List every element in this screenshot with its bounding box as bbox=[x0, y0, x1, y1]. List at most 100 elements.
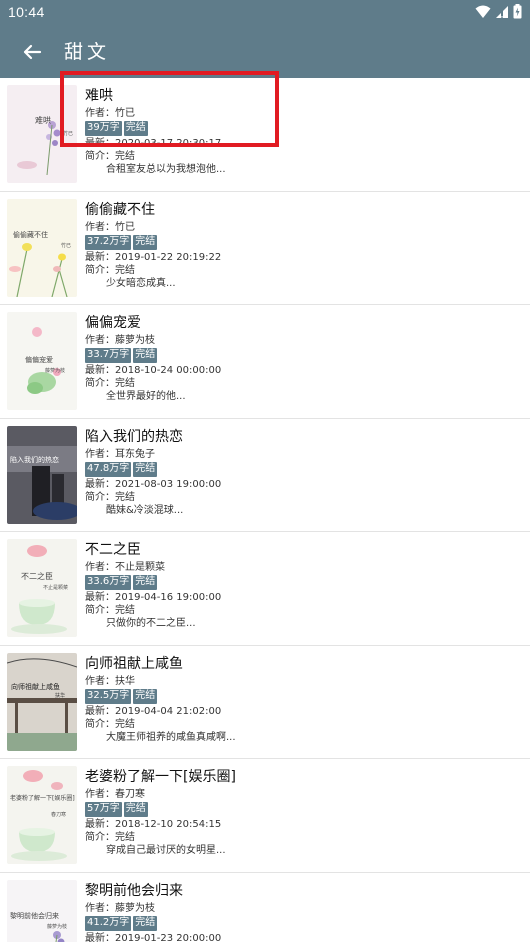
book-title: 向师祖献上咸鱼 bbox=[85, 655, 183, 672]
book-tags: 33.7万字 完结 bbox=[85, 348, 522, 363]
book-latest: 2019-04-04 21:02:00 bbox=[115, 705, 222, 717]
book-latest-row: 最新：2018-12-10 20:54:15 bbox=[85, 819, 222, 830]
book-latest: 2018-12-10 20:54:15 bbox=[115, 819, 222, 830]
book-list-item[interactable]: 偷偷藏不住 竹已 偷偷藏不住 作者：竹已 37.2万字 完结 最新：2019-01… bbox=[0, 191, 530, 305]
book-author-row: 作者：竹已 bbox=[85, 108, 135, 119]
book-latest: 2021-08-03 19:00:00 bbox=[115, 478, 222, 490]
book-list-item[interactable]: 不二之臣 不止是颗菜 不二之臣 作者：不止是颗菜 33.6万字 完结 最新：201… bbox=[0, 532, 530, 646]
book-author: 藤萝为枝 bbox=[115, 335, 155, 346]
cover-title: 向师祖献上咸鱼 bbox=[11, 682, 60, 691]
book-author: 耳东兔子 bbox=[115, 448, 155, 460]
book-author: 竹已 bbox=[115, 221, 135, 233]
status-badge: 完结 bbox=[133, 915, 158, 931]
book-list-item[interactable]: 难哄 竹已 难哄 作者：竹已 39万字 完结 最新：2020-03-17 20:3… bbox=[0, 78, 530, 192]
book-title: 偏偏宠爱 bbox=[85, 315, 141, 331]
book-author-row: 作者：不止是颗菜 bbox=[85, 562, 165, 573]
book-latest-row: 最新：2020-03-17 20:30:17 bbox=[85, 138, 222, 149]
book-latest: 2019-01-22 20:19:22 bbox=[115, 251, 222, 263]
cover-title: 不二之臣 bbox=[21, 571, 53, 581]
book-intro-row: 简介：完结 bbox=[85, 718, 135, 730]
word-count-badge: 47.8万字 bbox=[85, 461, 132, 477]
book-tags: 33.6万字 完结 bbox=[85, 575, 522, 590]
book-tags: 57万字 完结 bbox=[85, 802, 522, 817]
book-author: 扶华 bbox=[115, 675, 135, 687]
book-author-row: 作者：春刀寒 bbox=[85, 789, 145, 800]
word-count-badge: 57万字 bbox=[85, 802, 122, 817]
word-count-badge: 37.2万字 bbox=[85, 234, 132, 250]
book-list-item[interactable]: 老婆粉了解一下[娱乐圈] 春刀寒 老婆粉了解一下[娱乐圈] 作者：春刀寒 57万… bbox=[0, 759, 530, 873]
book-title: 黎明前他会归来 bbox=[85, 882, 183, 899]
book-cover: 偷偷藏不住 竹已 bbox=[7, 198, 77, 297]
book-cover: 偏偏宠爱 藤萝为枝 bbox=[7, 312, 77, 410]
status-badge: 完结 bbox=[133, 575, 158, 590]
book-intro-row: 简介：完结 bbox=[85, 832, 135, 843]
book-list[interactable]: 难哄 竹已 难哄 作者：竹已 39万字 完结 最新：2020-03-17 20:3… bbox=[0, 78, 530, 942]
svg-text:扶华: 扶华 bbox=[55, 692, 65, 699]
status-bar: 10:44 bbox=[0, 0, 530, 24]
book-cover: 难哄 竹已 bbox=[7, 85, 77, 183]
book-author-row: 作者：藤萝为枝 bbox=[85, 902, 155, 914]
book-list-item[interactable]: 陷入我们的热恋 陷入我们的热恋 作者：耳东兔子 47.8万字 完结 最新：2021… bbox=[0, 418, 530, 532]
svg-text:春刀寒: 春刀寒 bbox=[51, 811, 66, 818]
book-summary: 穿成自己最讨厌的女明星... bbox=[106, 845, 226, 856]
book-latest-row: 最新：2019-01-23 20:00:00 bbox=[85, 932, 222, 942]
status-badge: 完结 bbox=[133, 461, 158, 477]
book-tags: 41.2万字 完结 bbox=[85, 915, 522, 931]
svg-text:竹已: 竹已 bbox=[61, 242, 71, 249]
book-title: 陷入我们的热恋 bbox=[85, 428, 183, 445]
page-title: 甜文 bbox=[64, 41, 111, 63]
cover-title: 黎明前他会归来 bbox=[10, 911, 59, 920]
book-title: 老婆粉了解一下[娱乐圈] bbox=[85, 769, 236, 785]
book-list-item[interactable]: 向师祖献上咸鱼 扶华 向师祖献上咸鱼 作者：扶华 32.5万字 完结 最新：201… bbox=[0, 645, 530, 759]
status-badge: 完结 bbox=[133, 688, 158, 704]
book-intro-row: 简介：完结 bbox=[85, 491, 135, 503]
book-author: 藤萝为枝 bbox=[115, 902, 155, 914]
word-count-badge: 39万字 bbox=[85, 121, 122, 136]
book-summary: 只做你的不二之臣... bbox=[106, 618, 196, 629]
book-summary: 少女暗恋成真... bbox=[106, 277, 176, 289]
cover-title: 偏偏宠爱 bbox=[25, 355, 53, 364]
book-summary: 合租室友总以为我想泡他... bbox=[106, 164, 226, 175]
status-time: 10:44 bbox=[8, 4, 45, 20]
book-author-row: 作者：耳东兔子 bbox=[85, 448, 155, 460]
book-author-row: 作者：藤萝为枝 bbox=[85, 335, 155, 346]
status-badge: 完结 bbox=[133, 348, 158, 363]
book-summary: 酷妹&冷淡混球... bbox=[106, 504, 184, 516]
wifi-icon bbox=[475, 5, 491, 19]
book-tags: 47.8万字 完结 bbox=[85, 461, 522, 477]
svg-text:藤萝为枝: 藤萝为枝 bbox=[45, 367, 65, 374]
cover-title: 老婆粉了解一下[娱乐圈] bbox=[10, 794, 75, 802]
book-author: 竹已 bbox=[115, 108, 135, 119]
svg-text:不止是颗菜: 不止是颗菜 bbox=[43, 584, 68, 591]
book-summary: 大魔王师祖养的咸鱼真咸啊... bbox=[106, 731, 236, 743]
book-latest-row: 最新：2019-04-16 19:00:00 bbox=[85, 592, 222, 603]
book-list-item[interactable]: 偏偏宠爱 藤萝为枝 偏偏宠爱 作者：藤萝为枝 33.7万字 完结 最新：2018-… bbox=[0, 305, 530, 419]
back-arrow-icon[interactable] bbox=[18, 38, 46, 66]
book-intro-row: 简介：完结 bbox=[85, 605, 135, 616]
word-count-badge: 41.2万字 bbox=[85, 915, 132, 931]
svg-text:竹已: 竹已 bbox=[63, 130, 73, 137]
book-latest: 2019-04-16 19:00:00 bbox=[115, 592, 222, 603]
book-title: 不二之臣 bbox=[85, 542, 141, 558]
book-latest: 2020-03-17 20:30:17 bbox=[115, 138, 222, 149]
book-latest-row: 最新：2019-01-22 20:19:22 bbox=[85, 251, 222, 263]
cover-title: 偷偷藏不住 bbox=[13, 230, 48, 239]
book-latest-row: 最新：2019-04-04 21:02:00 bbox=[85, 705, 222, 717]
book-title: 难哄 bbox=[85, 88, 113, 104]
book-cover: 黎明前他会归来 藤萝为枝 bbox=[7, 879, 77, 942]
book-author: 春刀寒 bbox=[115, 789, 145, 800]
book-intro-row: 简介：完结 bbox=[85, 151, 135, 162]
book-latest-row: 最新：2021-08-03 19:00:00 bbox=[85, 478, 222, 490]
cover-title: 难哄 bbox=[35, 115, 51, 125]
status-badge: 完结 bbox=[123, 802, 148, 817]
book-author-row: 作者：扶华 bbox=[85, 675, 135, 687]
book-title: 偷偷藏不住 bbox=[85, 201, 155, 218]
book-list-item[interactable]: 黎明前他会归来 藤萝为枝 黎明前他会归来 作者：藤萝为枝 41.2万字 完结 最新… bbox=[0, 872, 530, 942]
book-intro-row: 简介：完结 bbox=[85, 264, 135, 276]
book-cover: 老婆粉了解一下[娱乐圈] 春刀寒 bbox=[7, 766, 77, 864]
status-badge: 完结 bbox=[123, 121, 148, 136]
book-intro-row: 简介：完结 bbox=[85, 378, 135, 389]
word-count-badge: 33.7万字 bbox=[85, 348, 132, 363]
book-cover: 不二之臣 不止是颗菜 bbox=[7, 539, 77, 637]
book-author-row: 作者：竹已 bbox=[85, 221, 135, 233]
